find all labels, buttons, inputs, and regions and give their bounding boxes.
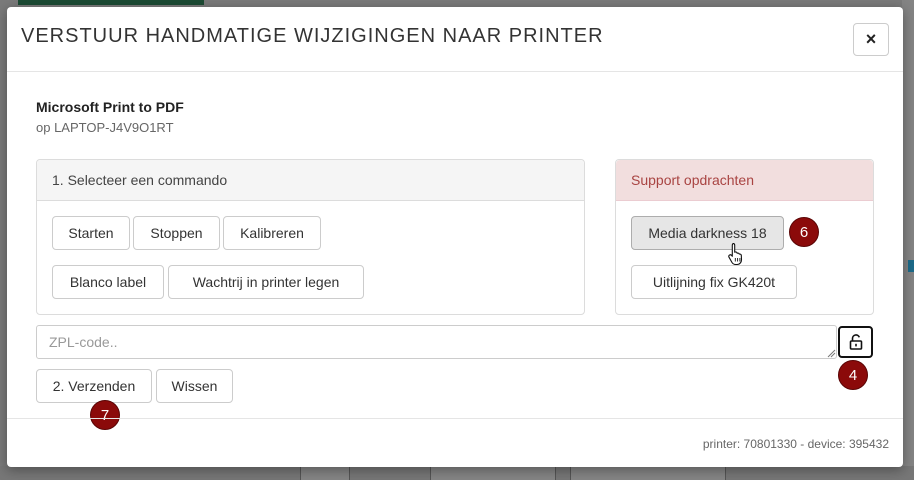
modal-title: VERSTUUR HANDMATIGE WIJZIGINGEN NAAR PRI… xyxy=(21,25,604,47)
zpl-code-input[interactable] xyxy=(36,325,837,359)
resize-grip-icon[interactable] xyxy=(826,348,836,358)
clear-queue-button[interactable]: Wachtrij in printer legen xyxy=(168,265,364,299)
step-badge-6: 6 xyxy=(789,217,819,247)
clear-button[interactable]: Wissen xyxy=(156,369,233,403)
hand-pointer-icon xyxy=(728,242,743,266)
send-button[interactable]: 2. Verzenden xyxy=(36,369,152,403)
printer-host: op LAPTOP-J4V9O1RT xyxy=(36,120,174,135)
support-panel-heading: Support opdrachten xyxy=(616,160,873,201)
printer-device-info: printer: 70801330 - device: 395432 xyxy=(702,437,889,451)
background-button xyxy=(570,466,726,480)
alignment-fix-button[interactable]: Uitlijning fix GK420t xyxy=(631,265,797,299)
step-badge-4: 4 xyxy=(838,360,868,390)
lock-toggle-button[interactable] xyxy=(838,326,873,358)
step-badge-7: 7 xyxy=(90,400,120,430)
background-tab xyxy=(18,0,204,5)
send-changes-modal: VERSTUUR HANDMATIGE WIJZIGINGEN NAAR PRI… xyxy=(7,7,903,467)
close-button[interactable]: × xyxy=(853,23,889,56)
background-right-column xyxy=(902,0,914,480)
unlock-icon xyxy=(849,334,862,350)
background-accent xyxy=(908,260,914,272)
printer-name: Microsoft Print to PDF xyxy=(36,99,184,115)
background-bottom-bar xyxy=(0,466,914,480)
close-icon: × xyxy=(865,29,877,49)
media-darkness-button[interactable]: Media darkness 18 xyxy=(631,216,784,250)
background-button xyxy=(300,466,350,480)
blank-label-button[interactable]: Blanco label xyxy=(52,265,164,299)
modal-header: VERSTUUR HANDMATIGE WIJZIGINGEN NAAR PRI… xyxy=(7,7,903,72)
stop-button[interactable]: Stoppen xyxy=(133,216,220,250)
start-button[interactable]: Starten xyxy=(52,216,130,250)
calibrate-button[interactable]: Kalibreren xyxy=(223,216,321,250)
command-panel-heading: 1. Selecteer een commando xyxy=(37,160,584,201)
background-button xyxy=(430,466,556,480)
footer-divider xyxy=(7,418,903,419)
